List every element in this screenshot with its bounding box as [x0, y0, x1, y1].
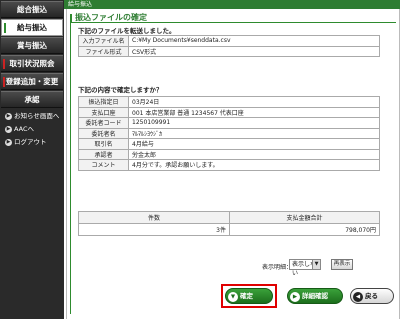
confirm-section-heading: 下記の内容で確定しますか？	[78, 86, 163, 94]
table-row: 振込指定日 03月24日	[78, 96, 380, 108]
sidebar-item-kyuyo-furikomi[interactable]: 給与振込	[1, 19, 63, 36]
section-rule	[70, 22, 71, 314]
logout-link[interactable]: ▶ ログアウト	[5, 136, 63, 148]
table-value: CSV形式	[128, 45, 380, 57]
table-key: 入力ファイル名	[78, 35, 129, 47]
table-key: 取引名	[78, 138, 129, 150]
summary-table: 件数 支払金額合計 3件 798,070円	[78, 211, 380, 236]
sidebar-item-label: 取引状況照会	[9, 59, 55, 68]
arrow-right-icon: ▶	[5, 139, 12, 146]
arrow-left-icon: ◀	[353, 292, 363, 302]
table-header-row: 件数 支払金額合計	[78, 211, 380, 224]
nav-marker	[3, 59, 5, 69]
table-row: 委託者コード 1250109991	[78, 117, 380, 129]
notice-link[interactable]: ▶ お知らせ画面へ	[5, 110, 63, 122]
sidebar-item-label: 承認	[24, 95, 40, 104]
table-row: 取引名 4月給与	[78, 138, 380, 150]
sidebar: 総合振込 給与振込 賞与振込 取引状況照会 登録追加・変更 承認 ▶ お知らせ画面…	[0, 0, 64, 319]
sidebar-item-label: 賞与振込	[17, 41, 47, 50]
table-value: 4月分です。承認お願いします。	[128, 159, 380, 171]
table-row: 入力ファイル名 C:¥My Documents¥senddata.csv	[78, 35, 380, 47]
aac-link[interactable]: ▶ AACへ	[5, 123, 63, 135]
sidebar-item-label: 総合振込	[17, 5, 47, 14]
sidebar-item-toroku-tsuika[interactable]: 登録追加・変更	[1, 73, 63, 90]
count-cell: 3件	[78, 223, 230, 236]
nav-marker	[3, 95, 5, 105]
detail-check-button[interactable]: ▶ 詳細確認	[287, 288, 343, 304]
table-value: 1250109991	[128, 117, 380, 129]
sidebar-item-torihiki-jokyo[interactable]: 取引状況照会	[1, 55, 63, 72]
table-value: ﾏﾙﾏﾙｼﾖｳｼﾞｶ	[128, 127, 380, 139]
table-key: 支払口座	[78, 106, 129, 118]
table-row: 支払口座 001 本店営業部 普通 1234567 代表口座	[78, 106, 380, 118]
nav-marker	[3, 77, 5, 87]
table-row: ファイル形式 CSV形式	[78, 45, 380, 57]
column-header: 支払金額合計	[229, 211, 380, 224]
display-detail-label: 表示明細：	[262, 264, 293, 271]
chevron-down-icon: ▼	[312, 260, 320, 269]
table-key: 承認者	[78, 148, 129, 160]
table-row: コメント 4月分です。承認お願いします。	[78, 159, 380, 171]
table-key: 委託者コード	[78, 117, 129, 129]
table-row: 委託者名 ﾏﾙﾏﾙｼﾖｳｼﾞｶ	[78, 127, 380, 139]
redisplay-button[interactable]: 再表示	[331, 259, 353, 270]
sidebar-item-sogo-furikomi[interactable]: 総合振込	[1, 1, 63, 18]
nav-marker	[3, 41, 5, 51]
nav-marker	[4, 23, 6, 33]
table-value: C:¥My Documents¥senddata.csv	[128, 35, 380, 47]
nav-marker	[3, 5, 5, 15]
table-value: 001 本店営業部 普通 1234567 代表口座	[128, 106, 380, 118]
table-key: コメント	[78, 159, 129, 171]
file-section-heading: 下記のファイルを転送しました。	[78, 27, 176, 35]
table-value: 03月24日	[128, 96, 380, 108]
table-row: 承認者 労金太郎	[78, 148, 380, 160]
sidebar-item-shonin[interactable]: 承認	[1, 91, 63, 108]
arrow-right-icon: ▶	[5, 126, 12, 133]
display-detail-select[interactable]: 表示しない ▼	[289, 259, 321, 277]
table-row: 3件 798,070円	[78, 223, 380, 236]
sidebar-item-shoyo-furikomi[interactable]: 賞与振込	[1, 37, 63, 54]
table-key: 委託者名	[78, 127, 129, 139]
table-key: 振込指定日	[78, 96, 129, 108]
title-marker	[70, 14, 72, 22]
confirm-info-table: 振込指定日 03月24日 支払口座 001 本店営業部 普通 1234567 代表口…	[78, 96, 380, 171]
arrow-right-icon: ▶	[5, 113, 12, 120]
back-button[interactable]: ◀ 戻る	[350, 288, 394, 304]
arrow-right-icon: ▶	[290, 292, 300, 302]
arrow-down-icon: ▼	[228, 292, 238, 302]
main-content: 給与振込 振込ファイルの確定 下記のファイルを転送しました。 入力ファイル名 C:…	[64, 0, 400, 319]
sidebar-item-label: 給与振込	[17, 23, 47, 32]
table-value: 労金太郎	[128, 148, 380, 160]
table-value: 4月給与	[128, 138, 380, 150]
amount-cell: 798,070円	[229, 223, 380, 236]
column-header: 件数	[78, 211, 230, 224]
confirm-button[interactable]: ▼ 確定	[225, 288, 273, 304]
table-key: ファイル形式	[78, 45, 129, 57]
sidebar-item-label: 登録追加・変更	[5, 77, 59, 86]
file-info-table: 入力ファイル名 C:¥My Documents¥senddata.csv ファイル…	[78, 35, 380, 57]
breadcrumb: 給与振込	[64, 0, 400, 9]
title-divider	[70, 22, 396, 23]
